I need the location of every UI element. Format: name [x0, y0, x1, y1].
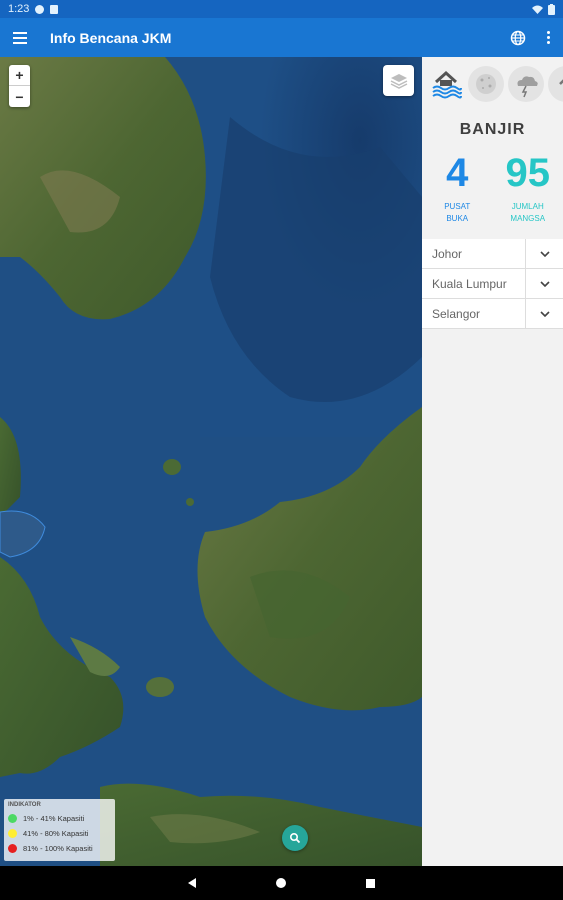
map-view[interactable]: + − INDIKATOR 1% - 41% Kapasiti 41% - 80… [0, 57, 422, 866]
chevron-down-icon[interactable] [525, 268, 563, 299]
home-icon[interactable] [276, 878, 286, 888]
legend-item: 41% - 80% Kapasiti [8, 826, 111, 841]
state-name: Johor [432, 246, 463, 261]
stat-value: 95 [505, 151, 551, 195]
legend-title: INDIKATOR [8, 802, 41, 808]
state-item-kuala-lumpur[interactable]: Kuala Lumpur [422, 268, 563, 299]
zoom-in-button[interactable]: + [9, 65, 30, 86]
state-name: Selangor [432, 306, 481, 321]
legend-label: 1% - 41% Kapasiti [23, 814, 85, 823]
back-icon[interactable] [188, 878, 196, 888]
landslide-icon[interactable] [548, 66, 563, 102]
stats-row: 4 PUSAT BUKA 95 JUMLAH MANGSA [422, 151, 563, 225]
recent-apps-icon[interactable] [366, 878, 375, 888]
flood-icon[interactable] [428, 66, 464, 102]
disaster-panel: BANJIR 4 PUSAT BUKA 95 JUMLAH MANGSA Joh… [422, 57, 563, 866]
legend-item: 81% - 100% Kapasiti [8, 841, 111, 856]
stat-value: 4 [446, 151, 469, 195]
system-nav-bar [0, 866, 563, 900]
zoom-control: + − [9, 65, 30, 107]
red-dot-icon [8, 844, 17, 853]
wifi-icon [532, 5, 543, 14]
zoom-out-button[interactable]: − [9, 86, 30, 107]
green-dot-icon [8, 814, 17, 823]
state-item-selangor[interactable]: Selangor [422, 298, 563, 329]
menu-icon[interactable] [0, 18, 40, 57]
map-legend: INDIKATOR 1% - 41% Kapasiti 41% - 80% Ka… [4, 799, 115, 861]
storm-icon[interactable] [508, 66, 544, 102]
yellow-dot-icon [8, 829, 17, 838]
legend-item: 1% - 41% Kapasiti [8, 811, 111, 826]
more-vert-icon[interactable] [533, 18, 563, 57]
state-name: Kuala Lumpur [432, 276, 507, 291]
stat-label: JUMLAH MANGSA [510, 202, 546, 223]
status-time: 1:23 [8, 3, 30, 15]
chevron-down-icon[interactable] [525, 298, 563, 329]
app-title: Info Bencana JKM [50, 29, 172, 46]
state-item-johor[interactable]: Johor [422, 238, 563, 269]
haze-icon[interactable] [468, 66, 504, 102]
stat-open-centres: 4 PUSAT BUKA [424, 151, 490, 225]
disaster-type-selector [422, 57, 563, 105]
sim-icon [50, 4, 59, 14]
battery-icon [548, 3, 555, 15]
stat-victims: 95 JUMLAH MANGSA [495, 151, 561, 225]
status-bar: 1:23 [0, 0, 563, 18]
chevron-down-icon[interactable] [525, 238, 563, 269]
legend-label: 81% - 100% Kapasiti [23, 844, 93, 853]
stat-label: PUSAT BUKA [444, 202, 471, 223]
layers-icon[interactable] [383, 65, 414, 96]
legend-label: 41% - 80% Kapasiti [23, 829, 89, 838]
search-icon[interactable] [282, 825, 308, 851]
state-list: Johor Kuala Lumpur Selangor [422, 238, 563, 329]
disaster-title: BANJIR [459, 121, 526, 138]
app-bar: Info Bencana JKM [0, 18, 563, 57]
notification-icon [35, 4, 45, 14]
satellite-map [0, 57, 422, 866]
globe-icon[interactable] [503, 18, 533, 57]
